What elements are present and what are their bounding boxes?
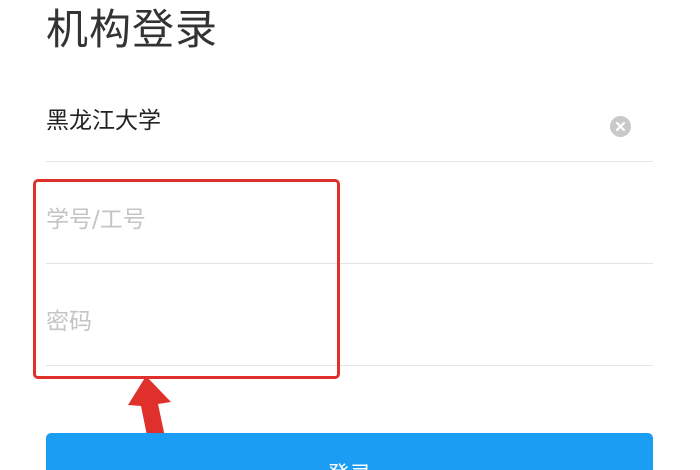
clear-x-glyph bbox=[615, 121, 626, 132]
page-title: 机构登录 bbox=[46, 5, 219, 54]
clear-icon[interactable] bbox=[610, 116, 631, 137]
student-id-input[interactable] bbox=[46, 202, 586, 238]
login-page: 机构登录 登录 bbox=[0, 0, 700, 470]
password-input[interactable] bbox=[46, 304, 586, 340]
student-id-field-row bbox=[46, 162, 653, 264]
institution-field-row bbox=[46, 60, 653, 162]
password-field-row bbox=[46, 264, 653, 366]
login-button[interactable]: 登录 bbox=[46, 433, 653, 470]
institution-input[interactable] bbox=[46, 100, 586, 136]
